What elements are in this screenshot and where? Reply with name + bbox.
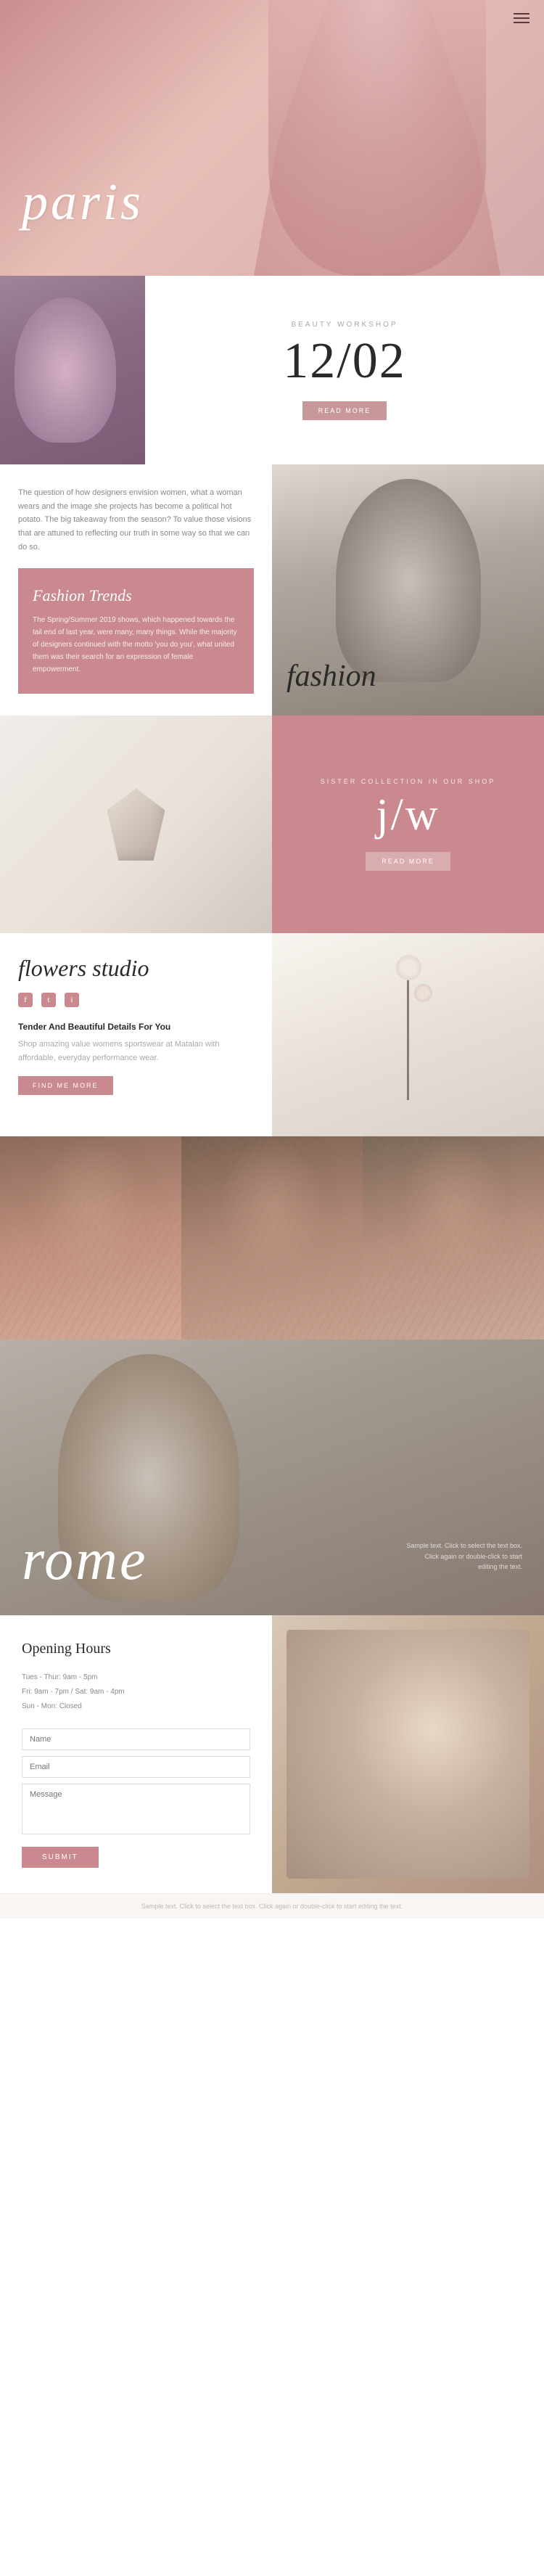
rome-title: rome	[22, 1527, 147, 1593]
shop-button[interactable]: FIND ME MORE	[18, 1076, 113, 1095]
beauty-read-more-button[interactable]: READ MORE	[302, 401, 387, 420]
fashion-description: The question of how designers envision w…	[18, 486, 254, 554]
opening-title: Opening Hours	[22, 1641, 250, 1657]
jw-title: j/w	[376, 792, 440, 837]
instagram-icon[interactable]: i	[65, 993, 79, 1007]
portrait-shadows-2	[181, 1136, 363, 1340]
fashion-left: The question of how designers envision w…	[0, 464, 272, 715]
hamburger-menu[interactable]	[514, 13, 529, 23]
fashion-word: fashion	[287, 659, 376, 694]
flowers-subtitle: Tender And Beautiful Details For You	[18, 1022, 254, 1032]
beauty-workshop-section: BEAUTY WORKSHOP 12/02 READ MORE	[0, 276, 544, 464]
jw-box: SISTER COLLECTION IN OUR SHOP j/w READ M…	[272, 715, 544, 933]
hero-section: paris	[0, 0, 544, 276]
hours-row-2: Fri: 9am - 7pm / Sat: 9am - 4pm	[22, 1685, 250, 1699]
fashion-trends-box: Fashion Trends The Spring/Summer 2019 sh…	[18, 568, 254, 694]
opening-hours-list: Tues - Thur: 9am - 5pm Fri: 9am - 7pm / …	[22, 1670, 250, 1714]
beauty-date: 12/02	[283, 336, 405, 387]
flower-bloom-1	[396, 955, 421, 980]
hamburger-line	[514, 13, 529, 15]
portrait-shadows-1	[0, 1136, 181, 1340]
jw-label: SISTER COLLECTION IN OUR SHOP	[321, 778, 496, 785]
flower-bloom-2	[414, 984, 432, 1002]
name-input[interactable]	[22, 1728, 250, 1750]
facebook-icon[interactable]: f	[18, 993, 33, 1007]
fashion-trends-title: Fashion Trends	[33, 586, 239, 605]
portrait-item-1	[0, 1136, 181, 1340]
jewelry-gem	[107, 788, 165, 861]
portrait-shadows-3	[363, 1136, 544, 1340]
hamburger-line	[514, 17, 529, 19]
opening-left: Opening Hours Tues - Thur: 9am - 5pm Fri…	[0, 1615, 272, 1893]
flowers-section: flowers studio f t i Tender And Beautifu…	[0, 933, 544, 1136]
hours-row-1: Tues - Thur: 9am - 5pm	[22, 1670, 250, 1685]
hamburger-line	[514, 22, 529, 23]
beauty-label: BEAUTY WORKSHOP	[291, 321, 397, 329]
footer-sample-text: Sample text. Click to select the text bo…	[0, 1893, 544, 1919]
jewelry-section: SISTER COLLECTION IN OUR SHOP j/w READ M…	[0, 715, 544, 933]
portrait-item-2	[181, 1136, 363, 1340]
social-icons: f t i	[18, 993, 254, 1007]
flowers-left: flowers studio f t i Tender And Beautifu…	[0, 933, 272, 1136]
submit-button[interactable]: SUBMIT	[22, 1847, 99, 1868]
rome-sample-text: Sample text. Click to select the text bo…	[406, 1541, 522, 1572]
jewelry-photo	[0, 715, 272, 933]
flowers-description: Shop amazing value womens sportswear at …	[18, 1038, 254, 1065]
email-input[interactable]	[22, 1756, 250, 1778]
hero-title: paris	[22, 172, 144, 232]
portrait-trio-section	[0, 1136, 544, 1340]
rome-section: rome Sample text. Click to select the te…	[0, 1340, 544, 1615]
portrait-item-3	[363, 1136, 544, 1340]
opening-photo	[272, 1615, 544, 1893]
message-input[interactable]	[22, 1784, 250, 1834]
twitter-icon[interactable]: t	[41, 993, 56, 1007]
fashion-trends-text: The Spring/Summer 2019 shows, which happ…	[33, 614, 239, 676]
hours-row-3: Sun - Mon: Closed	[22, 1699, 250, 1714]
fashion-right: fashion	[272, 464, 544, 715]
flowers-photo	[272, 933, 544, 1136]
beauty-photo	[0, 276, 145, 464]
fashion-grid-section: The question of how designers envision w…	[0, 464, 544, 715]
flowers-title: flowers studio	[18, 955, 254, 982]
beauty-right: BEAUTY WORKSHOP 12/02 READ MORE	[145, 276, 544, 464]
flower-stem	[407, 969, 409, 1100]
opening-hours-section: Opening Hours Tues - Thur: 9am - 5pm Fri…	[0, 1615, 544, 1893]
jw-read-more-button[interactable]: READ MORE	[366, 852, 450, 871]
